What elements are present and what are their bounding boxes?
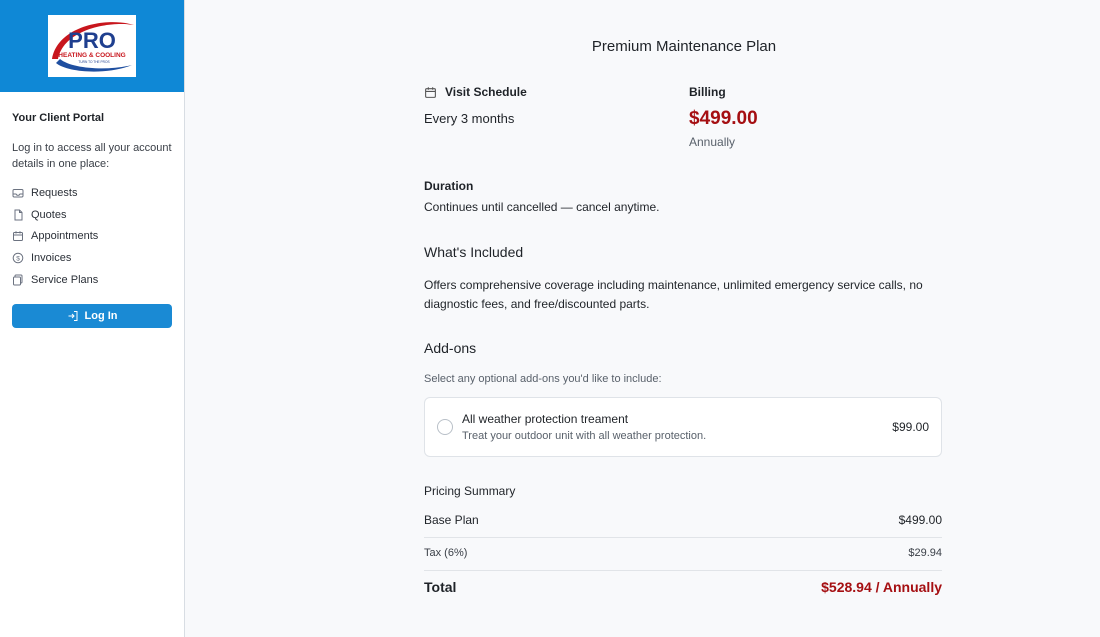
included-description: Offers comprehensive coverage including … — [424, 278, 923, 311]
summary-divider — [424, 570, 942, 571]
base-plan-value: $499.00 — [898, 513, 942, 527]
logo-text: PRO — [68, 28, 116, 53]
sidebar: PRO HEATING & COOLING TURN TO THE PROS Y… — [0, 0, 185, 637]
sidebar-item-appointments[interactable]: Appointments — [12, 226, 177, 248]
document-icon — [12, 209, 24, 221]
calendar-icon — [12, 230, 24, 242]
total-row: Total $528.94 / Annually — [424, 577, 942, 597]
login-button[interactable]: Log In — [12, 304, 172, 328]
visit-schedule-label: Visit Schedule — [445, 85, 527, 99]
page-title: Premium Maintenance Plan — [591, 38, 777, 55]
duration-value: Continues until cancelled — cancel anyti… — [424, 200, 660, 214]
logo-graphic: PRO HEATING & COOLING TURN TO THE PROS — [52, 22, 134, 72]
base-plan-label: Base Plan — [424, 513, 479, 527]
sidebar-nav: Requests Quotes Appointments $ Invoices … — [12, 182, 177, 291]
visit-schedule-heading: Visit Schedule — [424, 85, 527, 99]
total-value: $528.94 / Annually — [821, 579, 942, 595]
sidebar-item-label: Appointments — [31, 230, 99, 243]
billing-period: Annually — [689, 135, 736, 149]
portal-description: Log in to access all your account detail… — [12, 142, 172, 170]
summary-divider — [424, 537, 942, 538]
login-label: Log In — [84, 310, 118, 322]
addons-heading: Add-ons — [424, 340, 477, 356]
billing-label: Billing — [689, 85, 726, 99]
inbox-icon — [12, 187, 24, 199]
duration-label: Duration — [424, 179, 474, 193]
service-plan-icon — [12, 274, 24, 286]
tax-label: Tax (6%) — [424, 547, 468, 559]
sidebar-item-quotes[interactable]: Quotes — [12, 204, 177, 226]
login-icon — [67, 310, 79, 322]
company-logo[interactable]: PRO HEATING & COOLING TURN TO THE PROS — [48, 15, 136, 77]
addon-radio[interactable] — [437, 419, 453, 435]
visit-schedule-value: Every 3 months — [424, 111, 515, 126]
sidebar-item-invoices[interactable]: $ Invoices — [12, 247, 177, 269]
addon-price: $99.00 — [892, 420, 929, 434]
calendar-icon — [424, 86, 437, 99]
addon-description: Treat your outdoor unit with all weather… — [462, 430, 707, 442]
tax-row: Tax (6%) $29.94 — [424, 543, 942, 563]
total-label: Total — [424, 579, 457, 595]
included-heading: What's Included — [424, 244, 524, 260]
plan-details: Premium Maintenance Plan Visit Schedule … — [186, 0, 1100, 637]
svg-text:$: $ — [16, 256, 20, 263]
addons-subtitle: Select any optional add-ons you'd like t… — [424, 373, 662, 385]
sidebar-item-label: Invoices — [31, 252, 72, 265]
addon-option[interactable]: All weather protection treament Treat yo… — [424, 397, 942, 457]
sidebar-item-requests[interactable]: Requests — [12, 182, 177, 204]
pricing-summary-heading: Pricing Summary — [424, 484, 516, 498]
billing-price: $499.00 — [689, 108, 758, 129]
logo-subtext: HEATING & COOLING — [58, 52, 125, 59]
brand-header: PRO HEATING & COOLING TURN TO THE PROS — [0, 0, 184, 92]
addon-name: All weather protection treament — [462, 412, 629, 426]
portal-title: Your Client Portal — [12, 112, 105, 124]
base-plan-row: Base Plan $499.00 — [424, 510, 942, 530]
dollar-circle-icon: $ — [12, 252, 24, 264]
logo-tagline: TURN TO THE PROS — [78, 60, 109, 64]
sidebar-item-label: Quotes — [31, 208, 67, 221]
sidebar-item-label: Service Plans — [31, 274, 99, 287]
sidebar-item-label: Requests — [31, 186, 78, 199]
sidebar-item-service-plans[interactable]: Service Plans — [12, 269, 177, 291]
tax-value: $29.94 — [908, 547, 942, 559]
